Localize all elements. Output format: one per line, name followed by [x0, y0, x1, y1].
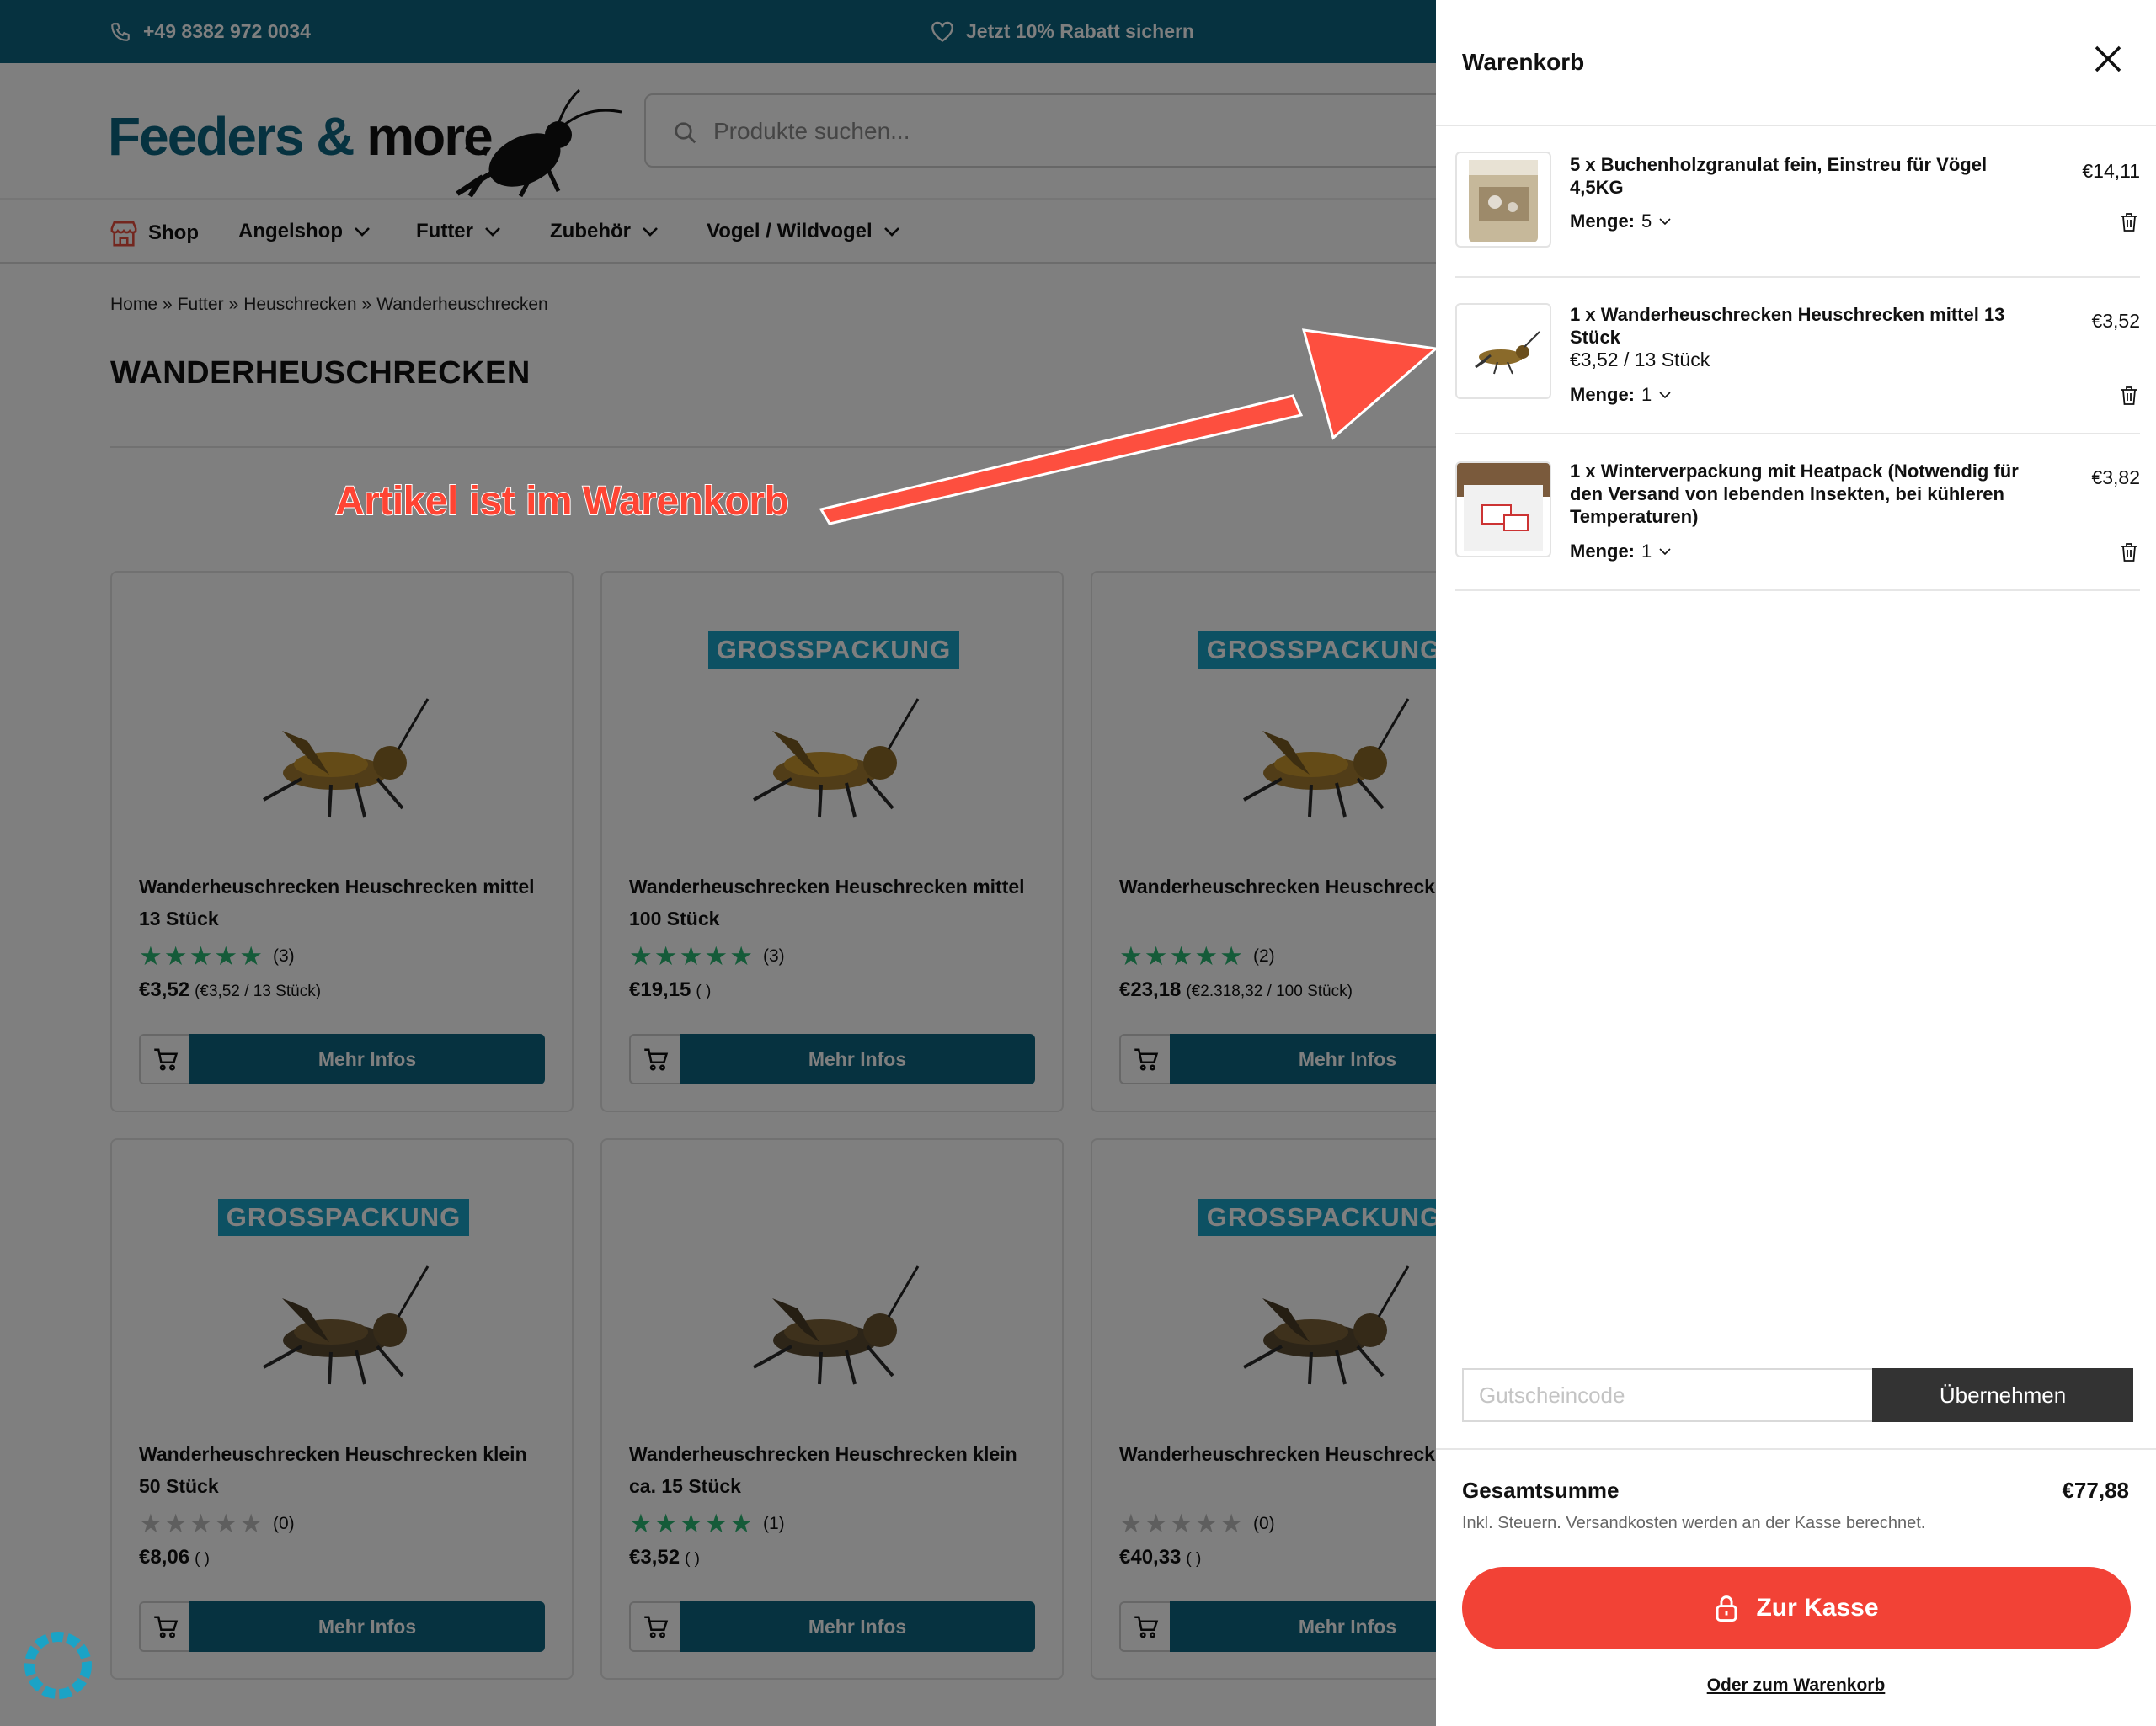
- cart-item: 1 x Wanderheuschrecken Heuschrecken mitt…: [1455, 301, 2140, 458]
- cart-item-image[interactable]: [1455, 152, 1551, 248]
- chat-widget-icon[interactable]: [24, 1631, 93, 1700]
- total-label: Gesamtsumme: [1462, 1478, 1620, 1503]
- cart-item-price: €3,52: [2091, 310, 2140, 332]
- lock-icon: [1716, 1595, 1737, 1622]
- cart-item-unit-price: €3,52 / 13 Stück: [1570, 349, 1710, 370]
- cart-drawer: Warenkorb 5 x Buchenholzgranulat fein, E…: [1436, 0, 2156, 1726]
- cart-item-title[interactable]: 1 x Wanderheuschrecken Heuschrecken mitt…: [1570, 303, 2041, 349]
- view-cart-link[interactable]: Oder zum Warenkorb: [1436, 1675, 2156, 1696]
- chevron-down-icon: [1659, 548, 1671, 556]
- divider: [1455, 433, 2140, 434]
- trash-icon[interactable]: [2120, 386, 2138, 406]
- cart-item: 5 x Buchenholzgranulat fein, Einstreu fü…: [1455, 152, 2140, 278]
- trash-icon[interactable]: [2120, 212, 2138, 232]
- divider: [1436, 1448, 2156, 1450]
- divider: [1455, 276, 2140, 278]
- grasshopper-thumb-image: [1475, 331, 1540, 375]
- cart-item-price: €3,82: [2091, 466, 2140, 488]
- quantity-label: Menge:: [1570, 541, 1635, 562]
- divider: [1455, 589, 2140, 591]
- divider: [1436, 125, 2156, 126]
- product-bag-image: [1469, 160, 1538, 242]
- quantity-value: 5: [1641, 210, 1652, 232]
- close-icon[interactable]: [2091, 42, 2125, 76]
- quantity-selector[interactable]: Menge: 1: [1570, 384, 1672, 406]
- quantity-selector[interactable]: Menge: 5: [1570, 210, 1672, 232]
- cart-item-title[interactable]: 5 x Buchenholzgranulat fein, Einstreu fü…: [1570, 153, 2041, 199]
- quantity-value: 1: [1641, 541, 1652, 562]
- cart-item-title[interactable]: 1 x Winterverpackung mit Heatpack (Notwe…: [1570, 460, 2041, 528]
- quantity-selector[interactable]: Menge: 1: [1570, 541, 1672, 562]
- cart-item-image[interactable]: [1455, 461, 1551, 557]
- shop-page: +49 8382 972 0034 Jetzt 10% Rabatt siche…: [0, 0, 1436, 1726]
- apply-coupon-button[interactable]: Übernehmen: [1872, 1368, 2133, 1422]
- checkout-label: Zur Kasse: [1756, 1594, 1879, 1622]
- annotation-arrow-icon: [819, 328, 1436, 525]
- cart-item-price: €14,11: [2082, 160, 2140, 182]
- cart-item: 1 x Winterverpackung mit Heatpack (Notwe…: [1455, 458, 2140, 593]
- quantity-label: Menge:: [1570, 384, 1635, 405]
- cart-title: Warenkorb: [1462, 49, 1585, 75]
- quantity-value: 1: [1641, 384, 1652, 405]
- cart-item-image[interactable]: [1455, 303, 1551, 399]
- box-thumb-image: [1457, 463, 1550, 551]
- checkout-button[interactable]: Zur Kasse: [1462, 1567, 2131, 1649]
- chevron-down-icon: [1659, 218, 1671, 226]
- tax-note: Inkl. Steuern. Versandkosten werden an d…: [1462, 1514, 1926, 1532]
- coupon-input[interactable]: [1462, 1368, 1883, 1422]
- chevron-down-icon: [1659, 392, 1671, 399]
- trash-icon[interactable]: [2120, 542, 2138, 562]
- quantity-label: Menge:: [1570, 210, 1635, 232]
- total-value: €77,88: [2062, 1478, 2129, 1503]
